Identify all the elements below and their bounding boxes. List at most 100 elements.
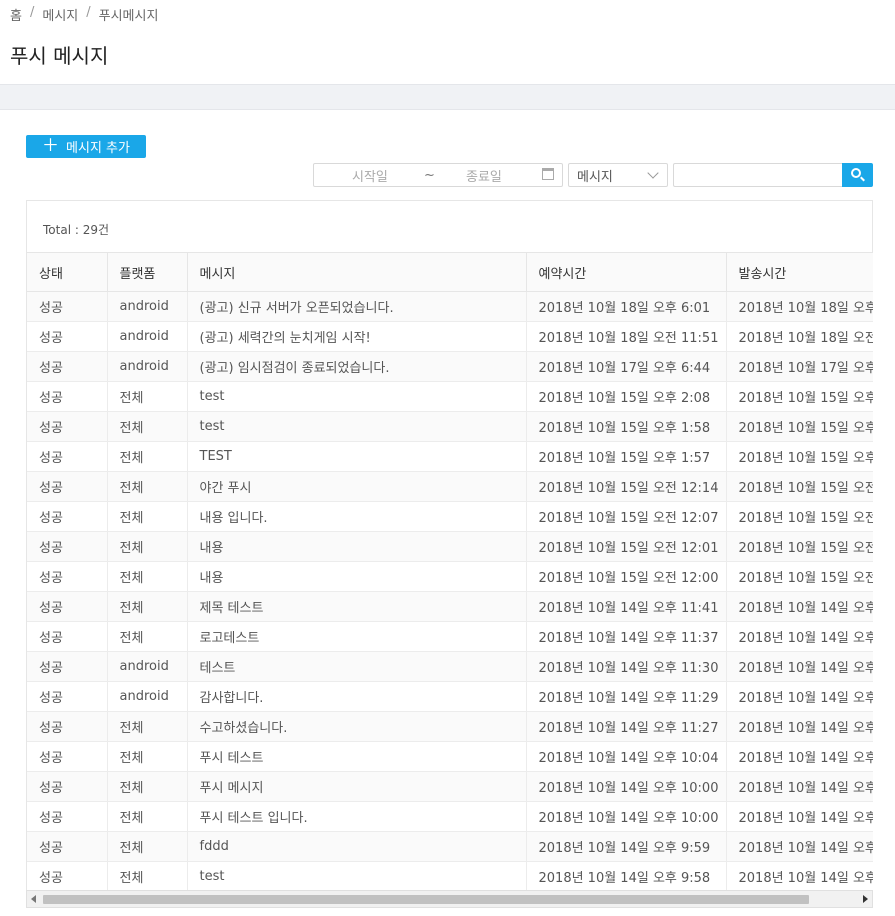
scheduled-time-cell: 2018년 10월 14일 오후 10:04 — [526, 741, 727, 772]
table-row[interactable]: 성공 전체 test 2018년 10월 15일 오후 2:08 2018년 10월 1… — [27, 381, 873, 412]
platform-cell: 전체 — [107, 741, 188, 772]
table-row[interactable]: 성공 전체 test 2018년 10월 15일 오후 1:58 2018년 10월 1… — [27, 411, 873, 442]
horizontal-scrollbar[interactable] — [26, 890, 873, 908]
sent-time-cell: 2018년 10월 15일 오후 — [726, 381, 873, 412]
sent-time-cell: 2018년 10월 15일 오전 — [726, 561, 873, 592]
table-row[interactable]: 성공 android 테스트 2018년 10월 14일 오후 11:30 2018년 … — [27, 651, 873, 682]
scheduled-time-cell: 2018년 10월 15일 오전 12:14 — [526, 471, 727, 502]
status-cell: 성공 — [27, 591, 108, 622]
search-type-value: 메시지 — [577, 169, 613, 185]
scheduled-time-cell: 2018년 10월 14일 오후 11:30 — [526, 651, 727, 682]
scheduled-time-cell: 2018년 10월 15일 오전 12:00 — [526, 561, 727, 592]
platform-cell: 전체 — [107, 501, 188, 532]
platform-cell: android — [107, 651, 188, 682]
message-cell: (광고) 세력간의 눈치게임 시작! — [187, 321, 527, 352]
message-cell: 내용 입니다. — [187, 501, 527, 532]
scroll-right-arrow-icon[interactable] — [863, 895, 868, 903]
sent-time-cell: 2018년 10월 14일 오후 — [726, 711, 873, 742]
breadcrumb-separator: / — [86, 5, 91, 20]
sent-time-cell: 2018년 10월 14일 오후 — [726, 651, 873, 682]
table-row[interactable]: 성공 전체 로고테스트 2018년 10월 14일 오후 11:37 2018년 10월… — [27, 621, 873, 652]
scheduled-time-cell: 2018년 10월 14일 오후 11:41 — [526, 591, 727, 622]
platform-cell: android — [107, 351, 188, 382]
column-header-message[interactable]: 메시지 — [187, 252, 527, 292]
platform-cell: 전체 — [107, 831, 188, 862]
search-type-select[interactable]: 메시지 — [568, 163, 668, 187]
status-cell: 성공 — [27, 291, 108, 322]
table-row[interactable]: 성공 전체 내용 2018년 10월 15일 오전 12:00 2018년 10월 15… — [27, 561, 873, 592]
column-header-platform[interactable]: 플랫폼 — [107, 252, 188, 292]
status-cell: 성공 — [27, 831, 108, 862]
status-cell: 성공 — [27, 321, 108, 352]
column-header-scheduled-time[interactable]: 예약시간 — [526, 252, 727, 292]
scheduled-time-cell: 2018년 10월 18일 오후 6:01 — [526, 291, 727, 322]
scheduled-time-cell: 2018년 10월 14일 오후 11:27 — [526, 711, 727, 742]
message-cell: 로고테스트 — [187, 621, 527, 652]
platform-cell: 전체 — [107, 771, 188, 802]
breadcrumb-home[interactable]: 홈 — [10, 5, 22, 24]
column-header-status[interactable]: 상태 — [27, 252, 108, 292]
breadcrumb-section[interactable]: 메시지 — [42, 5, 78, 24]
message-cell: 감사합니다. — [187, 681, 527, 712]
table-header-row: 상태 플랫폼 메시지 예약시간 발송시간 — [27, 252, 873, 292]
breadcrumb-current: 푸시메시지 — [98, 9, 159, 24]
scheduled-time-cell: 2018년 10월 14일 오후 11:29 — [526, 681, 727, 712]
table-row[interactable]: 성공 전체 내용 2018년 10월 15일 오전 12:01 2018년 10월 15… — [27, 531, 873, 562]
page-title: 푸시 메시지 — [10, 44, 109, 68]
push-message-table: 상태 플랫폼 메시지 예약시간 발송시간 성공 android (광고) 신규 서버… — [27, 252, 873, 890]
table-row[interactable]: 성공 android (광고) 임시점검이 종료되었습니다. 2018년 10월 17… — [27, 351, 873, 382]
sent-time-cell: 2018년 10월 18일 오후 — [726, 291, 873, 322]
platform-cell: 전체 — [107, 621, 188, 652]
table-row[interactable]: 성공 android (광고) 신규 서버가 오픈되었습니다. 2018년 10월 1… — [27, 291, 873, 322]
start-date-field[interactable]: 시작일 — [352, 166, 388, 185]
message-cell: test — [187, 411, 527, 442]
platform-cell: 전체 — [107, 441, 188, 472]
sent-time-cell: 2018년 10월 14일 오후 — [726, 831, 873, 862]
scheduled-time-cell: 2018년 10월 15일 오후 2:08 — [526, 381, 727, 412]
status-cell: 성공 — [27, 411, 108, 442]
column-header-sent-time[interactable]: 발송시간 — [726, 252, 873, 292]
scroll-left-arrow-icon[interactable] — [31, 895, 36, 903]
table-row[interactable]: 성공 전체 내용 입니다. 2018년 10월 15일 오전 12:07 2018년 1… — [27, 501, 873, 532]
message-cell: 내용 — [187, 561, 527, 592]
scheduled-time-cell: 2018년 10월 15일 오전 12:07 — [526, 501, 727, 532]
table-row[interactable]: 성공 전체 푸시 테스트 2018년 10월 14일 오후 10:04 2018년 10… — [27, 741, 873, 772]
sent-time-cell: 2018년 10월 14일 오후 — [726, 591, 873, 622]
scrollbar-thumb[interactable] — [43, 895, 809, 904]
scheduled-time-cell: 2018년 10월 17일 오후 6:44 — [526, 351, 727, 382]
status-cell: 성공 — [27, 531, 108, 562]
status-cell: 성공 — [27, 561, 108, 592]
message-cell: 푸시 메시지 — [187, 771, 527, 802]
message-cell: 푸시 테스트 입니다. — [187, 801, 527, 832]
table-row[interactable]: 성공 android (광고) 세력간의 눈치게임 시작! 2018년 10월 18일… — [27, 321, 873, 352]
message-cell: 야간 푸시 — [187, 471, 527, 502]
push-message-table-container: 상태 플랫폼 메시지 예약시간 발송시간 성공 android (광고) 신규 서버… — [26, 252, 873, 890]
sent-time-cell: 2018년 10월 14일 오후 — [726, 681, 873, 712]
end-date-field[interactable]: 종료일 — [466, 166, 502, 185]
search-input[interactable] — [673, 163, 843, 187]
table-row[interactable]: 성공 전체 TEST 2018년 10월 15일 오후 1:57 2018년 10월 1… — [27, 441, 873, 472]
scheduled-time-cell: 2018년 10월 15일 오전 12:01 — [526, 531, 727, 562]
date-range-picker[interactable]: 시작일 ~ 종료일 — [313, 163, 563, 187]
table-row[interactable]: 성공 전체 수고하셨습니다. 2018년 10월 14일 오후 11:27 2018년 … — [27, 711, 873, 742]
table-row[interactable]: 성공 전체 test 2018년 10월 14일 오후 9:58 2018년 10월 1… — [27, 861, 873, 890]
status-cell: 성공 — [27, 741, 108, 772]
message-cell: 테스트 — [187, 651, 527, 682]
table-row[interactable]: 성공 전체 야간 푸시 2018년 10월 15일 오전 12:14 2018년 10월… — [27, 471, 873, 502]
calendar-icon[interactable] — [542, 168, 554, 180]
message-cell: 내용 — [187, 531, 527, 562]
status-cell: 성공 — [27, 501, 108, 532]
breadcrumb-separator: / — [29, 5, 35, 20]
table-row[interactable]: 성공 전체 제목 테스트 2018년 10월 14일 오후 11:41 2018년 10… — [27, 591, 873, 622]
scheduled-time-cell: 2018년 10월 14일 오후 10:00 — [526, 801, 727, 832]
status-cell: 성공 — [27, 771, 108, 802]
search-button[interactable] — [842, 163, 873, 187]
table-row[interactable]: 성공 전체 fddd 2018년 10월 14일 오후 9:59 2018년 10월 1… — [27, 831, 873, 862]
table-row[interactable]: 성공 전체 푸시 메시지 2018년 10월 14일 오후 10:00 2018년 10… — [27, 771, 873, 802]
status-cell: 성공 — [27, 681, 108, 712]
sent-time-cell: 2018년 10월 15일 오전 — [726, 531, 873, 562]
add-message-button[interactable]: ＋ 메시지 추가 — [26, 135, 146, 158]
sent-time-cell: 2018년 10월 18일 오전 — [726, 321, 873, 352]
table-row[interactable]: 성공 전체 푸시 테스트 입니다. 2018년 10월 14일 오후 10:00 201… — [27, 801, 873, 832]
table-row[interactable]: 성공 android 감사합니다. 2018년 10월 14일 오후 11:29 201… — [27, 681, 873, 712]
